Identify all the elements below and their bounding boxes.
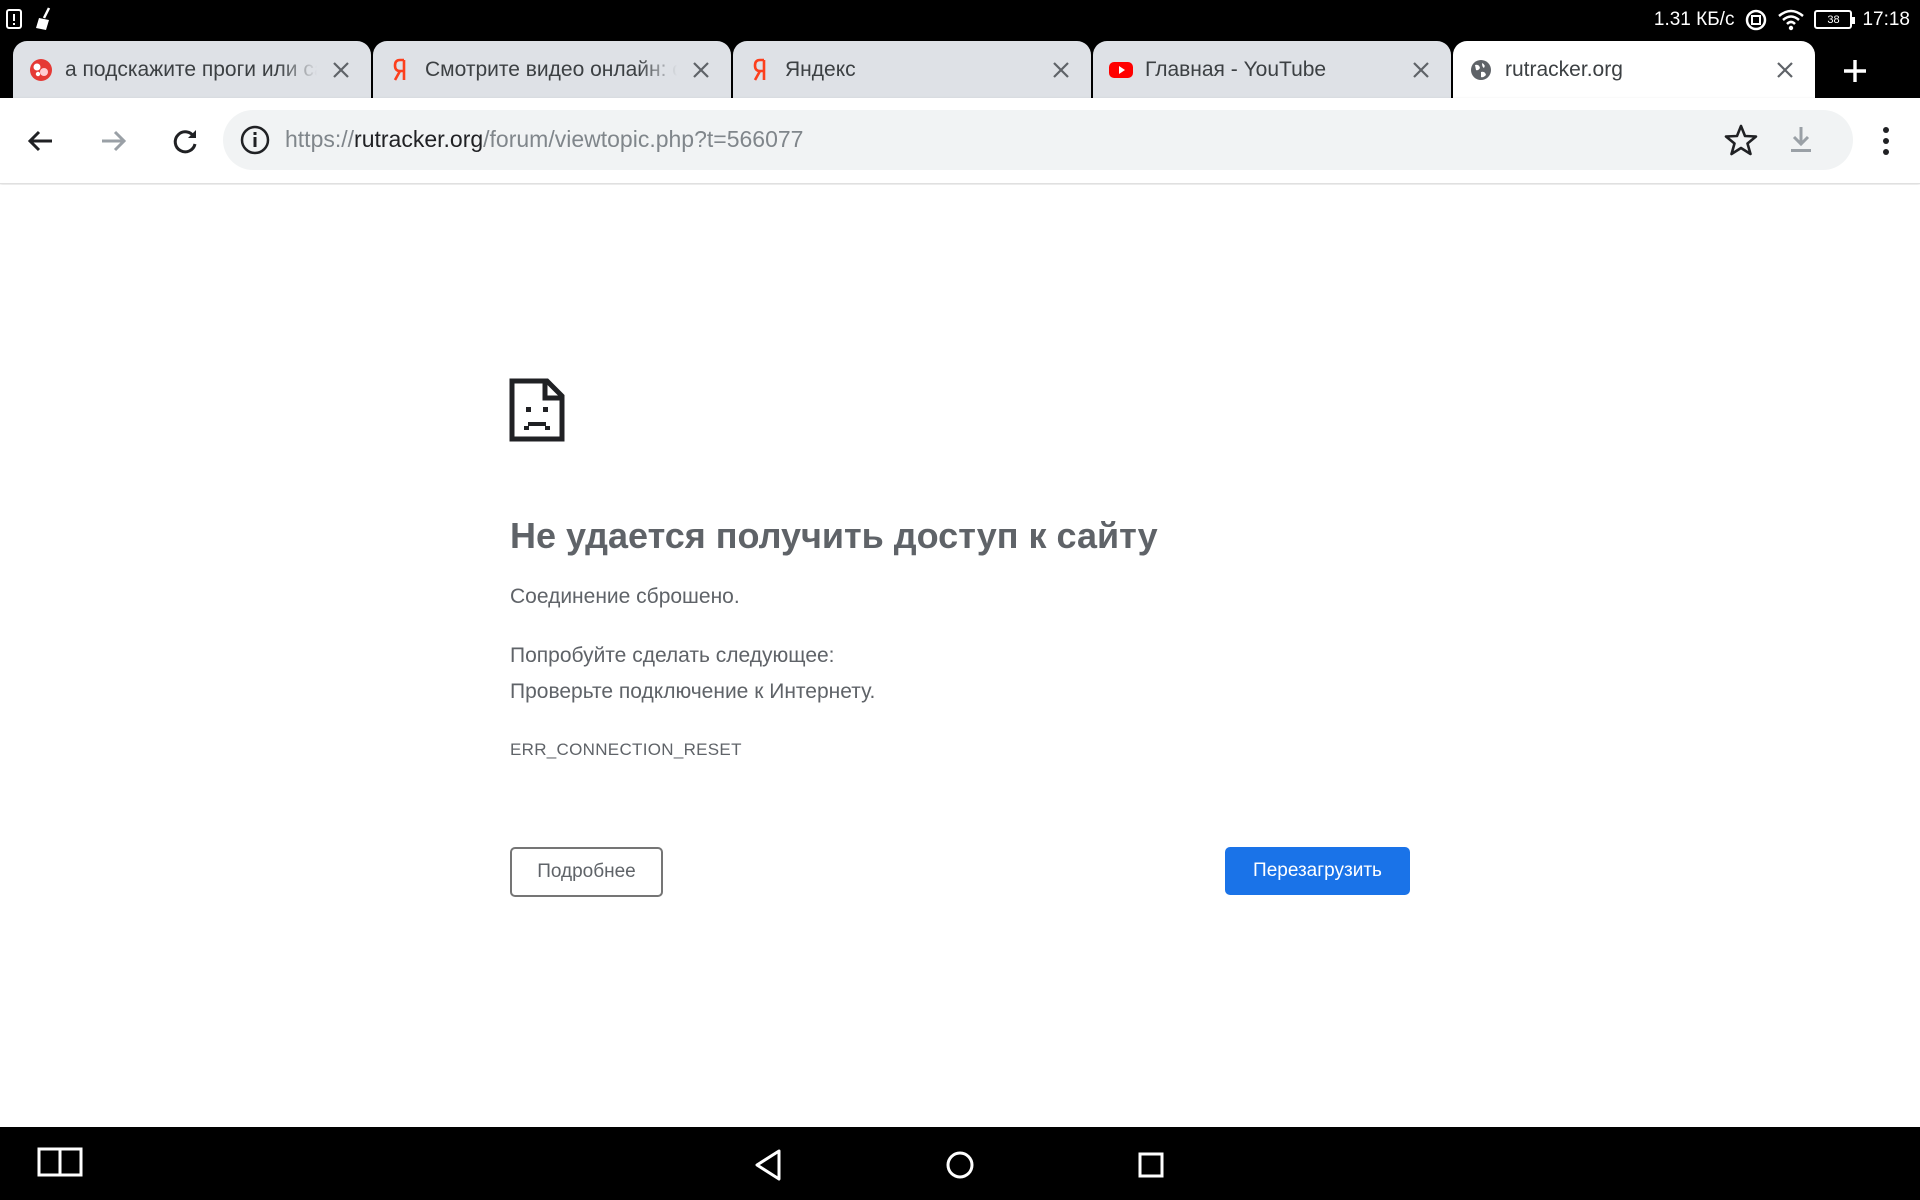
wifi-icon	[1778, 9, 1805, 30]
close-icon[interactable]	[1409, 58, 1433, 82]
yandex-icon	[389, 58, 413, 82]
close-icon[interactable]	[1049, 58, 1073, 82]
tab-title: Яндекс	[785, 57, 856, 81]
tab-title: rutracker.org	[1505, 57, 1623, 81]
browser-toolbar: https://rutracker.org/forum/viewtopic.ph…	[0, 98, 1920, 184]
forward-arrow-icon	[102, 130, 127, 152]
notification-icons	[6, 7, 56, 31]
error-title: Не удается получить доступ к сайту	[510, 515, 1158, 556]
error-code: ERR_CONNECTION_RESET	[510, 740, 742, 759]
close-icon[interactable]	[1773, 58, 1797, 82]
forward-button[interactable]	[89, 117, 137, 165]
screen: 1.31 КБ/с 38 17:18 а подскажите проги ил…	[0, 0, 1920, 1200]
battery-level: 38	[1827, 13, 1840, 26]
new-tab-plus-icon[interactable]	[1835, 51, 1875, 91]
back-button[interactable]	[17, 117, 65, 165]
tab-4[interactable]: Главная - YouTube	[1093, 41, 1451, 98]
yandex-icon	[749, 58, 773, 82]
split-screen-icon[interactable]	[37, 1147, 83, 1177]
tab-3[interactable]: Яндекс	[733, 41, 1091, 98]
error-subtitle: Соединение сброшено.	[510, 585, 740, 608]
home-nav-icon[interactable]	[938, 1143, 982, 1187]
tab-title: Главная - YouTube	[1145, 57, 1327, 81]
tab-1[interactable]: а подскажите проги или сайты	[13, 41, 371, 98]
globe-icon	[1469, 58, 1493, 82]
close-icon[interactable]	[689, 58, 713, 82]
details-button[interactable]: Подробнее	[510, 847, 663, 897]
notification-icon	[6, 9, 22, 29]
menu-button[interactable]	[1862, 117, 1910, 165]
page-content: Не удается получить доступ к сайту Соеди…	[0, 185, 1920, 1127]
battery-icon: 38	[1814, 10, 1856, 29]
sad-page-icon	[509, 378, 565, 442]
tab-5-active[interactable]: rutracker.org	[1453, 41, 1815, 98]
info-icon[interactable]	[237, 122, 273, 158]
suggestion-item: Проверьте подключение к Интернету.	[510, 680, 876, 703]
more-vert-icon	[1883, 127, 1889, 155]
navigation-bar	[0, 1127, 1920, 1200]
reload-button[interactable]	[161, 117, 209, 165]
tab-2[interactable]: Смотрите видео онлайн: сериалы	[373, 41, 731, 98]
cleaner-icon	[36, 7, 51, 30]
back-nav-icon[interactable]	[747, 1143, 791, 1187]
omnibox[interactable]: https://rutracker.org/forum/viewtopic.ph…	[223, 110, 1853, 170]
bubble-icon	[29, 58, 53, 82]
bookmark-star-icon[interactable]	[1723, 122, 1759, 158]
tab-strip: а подскажите проги или сайты Смотрите ви…	[0, 39, 1920, 98]
url-text[interactable]: https://rutracker.org/forum/viewtopic.ph…	[285, 126, 803, 153]
tab-title: а подскажите проги или сайты	[65, 57, 317, 81]
reload-icon	[173, 130, 197, 154]
status-bar: 1.31 КБ/с 38 17:18	[0, 0, 1920, 39]
close-icon[interactable]	[329, 58, 353, 82]
back-arrow-icon	[27, 130, 52, 152]
download-icon[interactable]	[1783, 122, 1819, 158]
clock: 17:18	[1862, 8, 1910, 30]
net-speed: 1.31 КБ/с	[1653, 8, 1735, 30]
url-scheme: https://	[285, 126, 355, 152]
tab-title: Смотрите видео онлайн: сериалы	[425, 57, 677, 81]
recents-nav-icon[interactable]	[1129, 1143, 1173, 1187]
url-path: /forum/viewtopic.php?t=566077	[483, 126, 804, 152]
suggestion-header: Попробуйте сделать следующее:	[510, 644, 835, 667]
url-host: rutracker.org	[354, 126, 484, 152]
data-saver-icon	[1746, 9, 1767, 30]
youtube-icon	[1109, 58, 1133, 82]
reload-page-button[interactable]: Перезагрузить	[1225, 847, 1410, 895]
